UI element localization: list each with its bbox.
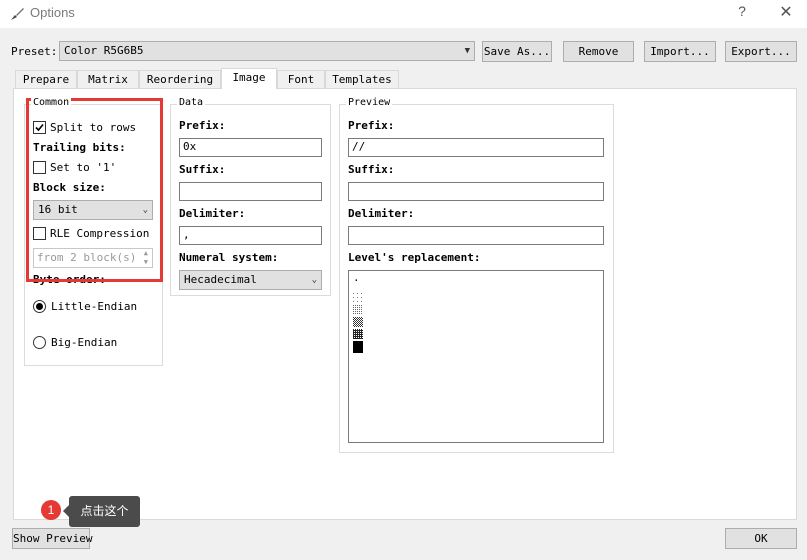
little-endian-radio[interactable] — [33, 300, 46, 313]
tab-image[interactable]: Image — [221, 68, 277, 89]
preset-value: Color R5G6B5 — [64, 44, 144, 57]
export-button[interactable]: Export... — [725, 41, 797, 62]
level-swatch-1 — [353, 293, 363, 303]
level-swatch-3 — [353, 317, 363, 327]
step-badge: 1 — [41, 500, 61, 520]
data-suffix-label: Suffix: — [179, 163, 226, 176]
level-swatch-5 — [353, 341, 363, 353]
preview-prefix-label: Prefix: — [348, 119, 395, 132]
level-first-char: . — [353, 271, 360, 284]
level-swatches — [353, 293, 363, 353]
preview-delimiter-label: Delimiter: — [348, 207, 415, 220]
save-as-button[interactable]: Save As... — [482, 41, 552, 62]
preview-suffix-input[interactable] — [348, 182, 604, 201]
level-swatch-2 — [353, 305, 363, 315]
levels-replacement-textarea[interactable]: . — [348, 270, 604, 443]
title-bar — [0, 0, 807, 28]
preview-suffix-label: Suffix: — [348, 163, 395, 176]
brush-icon — [11, 8, 24, 20]
tab-font[interactable]: Font — [277, 70, 325, 88]
little-endian-label: Little-Endian — [51, 300, 138, 313]
radio-dot-icon — [36, 303, 43, 310]
remove-button[interactable]: Remove — [563, 41, 634, 62]
data-delimiter-input[interactable]: , — [179, 226, 322, 245]
tab-reordering[interactable]: Reordering — [139, 70, 221, 88]
tab-matrix[interactable]: Matrix — [77, 70, 139, 88]
big-endian-radio[interactable] — [33, 336, 46, 349]
preset-label: Preset: — [11, 45, 58, 58]
preview-group-title: Preview — [346, 97, 393, 108]
chevron-down-icon: ▼ — [464, 46, 470, 56]
ok-button[interactable]: OK — [725, 528, 797, 549]
data-suffix-input[interactable] — [179, 182, 322, 201]
common-group-title: Common — [31, 97, 72, 108]
tab-prepare[interactable]: Prepare — [15, 70, 77, 88]
chevron-down-icon: ⌄ — [311, 275, 317, 285]
highlight-box — [26, 98, 163, 282]
numeral-system-label: Numeral system: — [179, 251, 279, 264]
data-group-title: Data — [177, 97, 206, 108]
tab-templates[interactable]: Templates — [325, 70, 399, 88]
data-delimiter-label: Delimiter: — [179, 207, 246, 220]
data-prefix-label: Prefix: — [179, 119, 226, 132]
show-preview-button[interactable]: Show Preview — [12, 528, 92, 549]
tooltip-callout: 点击这个 — [69, 496, 140, 527]
import-button[interactable]: Import... — [644, 41, 716, 62]
preview-delimiter-input[interactable] — [348, 226, 604, 245]
numeral-system-dropdown[interactable]: Hecadecimal ⌄ — [179, 270, 322, 290]
close-button[interactable]: ✕ — [773, 2, 799, 24]
window-title: Options — [30, 5, 75, 20]
preview-prefix-input[interactable]: // — [348, 138, 604, 157]
big-endian-label: Big-Endian — [51, 336, 118, 349]
numeral-system-value: Hecadecimal — [184, 273, 257, 286]
data-prefix-input[interactable]: 0x — [179, 138, 322, 157]
levels-replacement-label: Level's replacement: — [348, 251, 481, 264]
preset-dropdown[interactable]: Color R5G6B5 ▼ — [59, 41, 475, 61]
help-button[interactable]: ? — [730, 3, 754, 23]
level-swatch-4 — [353, 329, 363, 339]
